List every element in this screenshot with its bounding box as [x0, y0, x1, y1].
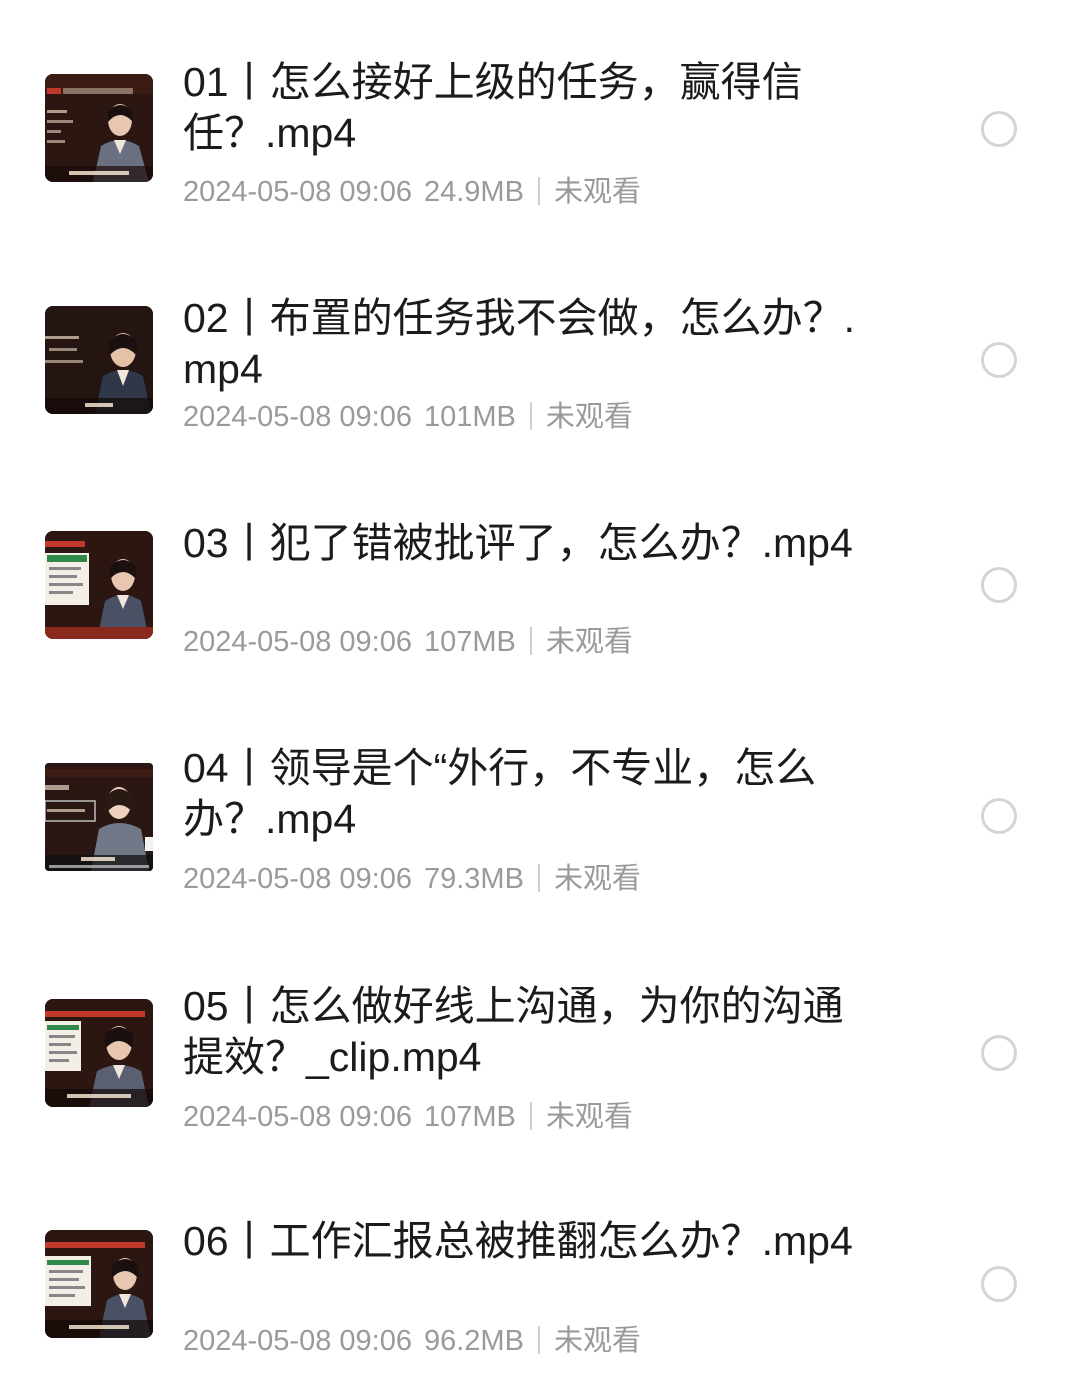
list-item[interactable]: 06丨工作汇报总被推翻怎么办？.mp4 2024-05-08 09:06 96.2… — [0, 1143, 1080, 1357]
watch-status: 未观看 — [545, 626, 633, 658]
video-thumbnail-image — [45, 1230, 153, 1338]
video-thumbnail-image — [45, 74, 153, 182]
meta-divider — [529, 627, 532, 655]
file-title: 05丨怎么做好线上沟通，为你的沟通提效？_clip.mp4 — [183, 983, 844, 1080]
meta-divider — [529, 402, 532, 430]
video-thumbnail — [45, 531, 153, 639]
list-item[interactable]: 03丨犯了错被批评了，怎么办？.mp4 2024-05-08 09:06 107M… — [0, 455, 1080, 658]
video-thumbnail — [45, 74, 153, 182]
file-title: 01丨怎么接好上级的任务，赢得信任？.mp4 — [183, 59, 803, 156]
video-thumbnail — [45, 763, 153, 871]
meta-divider — [537, 864, 540, 892]
select-radio[interactable] — [981, 1035, 1017, 1071]
video-file-list: 01丨怎么接好上级的任务，赢得信任？.mp4 2024-05-08 09:06 2… — [0, 0, 1080, 1381]
file-date: 2024-05-08 09:06 — [183, 626, 412, 658]
file-meta: 2024-05-08 09:06 101MB 未观看 — [183, 400, 633, 434]
video-thumbnail — [45, 1230, 153, 1338]
select-radio[interactable] — [981, 111, 1017, 147]
file-date: 2024-05-08 09:06 — [183, 863, 412, 895]
meta-divider — [529, 1102, 532, 1130]
meta-divider — [537, 1326, 540, 1354]
file-date: 2024-05-08 09:06 — [183, 401, 412, 433]
watch-status: 未观看 — [545, 401, 633, 433]
video-thumbnail — [45, 999, 153, 1107]
watch-status: 未观看 — [553, 863, 641, 895]
file-date: 2024-05-08 09:06 — [183, 1101, 412, 1133]
file-size: 107MB — [423, 1101, 516, 1133]
file-meta: 2024-05-08 09:06 96.2MB 未观看 — [183, 1324, 641, 1358]
select-radio[interactable] — [981, 342, 1017, 378]
file-title: 02丨布置的任务我不会做，怎么办？.mp4 — [183, 295, 855, 392]
watch-status: 未观看 — [545, 1101, 633, 1133]
select-radio[interactable] — [981, 567, 1017, 603]
file-size: 101MB — [423, 401, 516, 433]
file-size: 24.9MB — [423, 176, 524, 208]
video-thumbnail — [45, 306, 153, 414]
watch-status: 未观看 — [553, 1325, 641, 1357]
file-meta: 2024-05-08 09:06 107MB 未观看 — [183, 625, 633, 659]
file-date: 2024-05-08 09:06 — [183, 176, 412, 208]
file-title: 03丨犯了错被批评了，怎么办？.mp4 — [183, 520, 853, 566]
file-meta: 2024-05-08 09:06 24.9MB 未观看 — [183, 175, 641, 209]
select-radio[interactable] — [981, 1266, 1017, 1302]
file-size: 96.2MB — [423, 1325, 524, 1357]
file-title: 04丨领导是个“外行，不专业，怎么办？.mp4 — [183, 745, 817, 842]
list-item[interactable]: 01丨怎么接好上级的任务，赢得信任？.mp4 2024-05-08 09:06 2… — [0, 0, 1080, 208]
file-meta: 2024-05-08 09:06 79.3MB 未观看 — [183, 862, 641, 896]
file-date: 2024-05-08 09:06 — [183, 1325, 412, 1357]
file-size: 107MB — [423, 626, 516, 658]
select-radio[interactable] — [981, 798, 1017, 834]
meta-divider — [537, 177, 540, 205]
list-item[interactable]: 04丨领导是个“外行，不专业，怎么办？.mp4 2024-05-08 09:06… — [0, 680, 1080, 895]
video-thumbnail-image — [45, 531, 153, 639]
list-item[interactable]: 02丨布置的任务我不会做，怎么办？.mp4 2024-05-08 09:06 10… — [0, 230, 1080, 433]
video-thumbnail-image — [45, 763, 153, 871]
video-thumbnail-image — [45, 999, 153, 1107]
file-title: 06丨工作汇报总被推翻怎么办？.mp4 — [183, 1218, 853, 1264]
file-meta: 2024-05-08 09:06 107MB 未观看 — [183, 1100, 633, 1134]
list-item[interactable]: 05丨怎么做好线上沟通，为你的沟通提效？_clip.mp4 2024-05-08… — [0, 918, 1080, 1133]
file-size: 79.3MB — [423, 863, 524, 895]
video-thumbnail-image — [45, 306, 153, 414]
watch-status: 未观看 — [553, 176, 641, 208]
